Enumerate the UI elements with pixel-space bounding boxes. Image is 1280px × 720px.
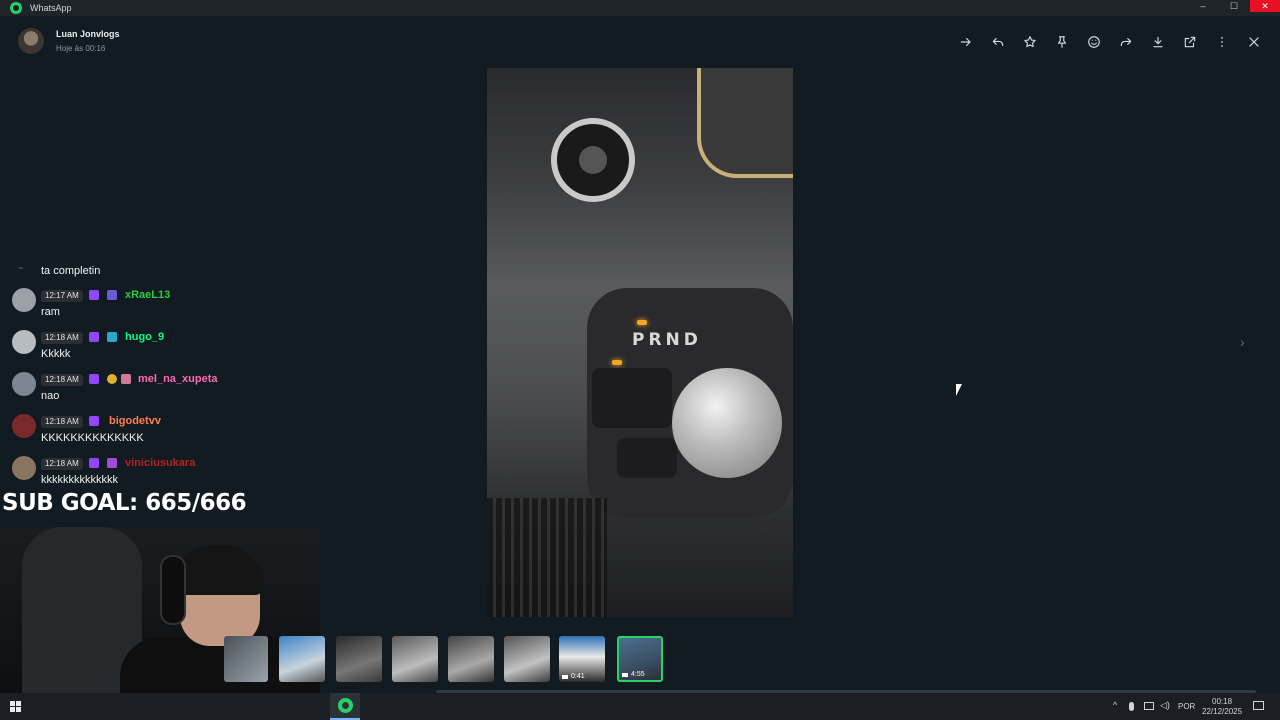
chat-username: xRaeL13 [125,289,171,301]
chat-message-text: ta completin [41,265,101,277]
media-thumbnail[interactable] [392,636,438,682]
open-external-icon[interactable] [1180,32,1200,52]
reply-icon[interactable] [988,32,1008,52]
mouse-cursor-icon [956,384,962,396]
chat-timestamp: 12:18 AM [41,458,83,470]
chat-timestamp: 12:18 AM [41,332,83,344]
chat-message-text: nao [41,390,60,402]
volume-icon[interactable]: ◁) [1160,700,1170,711]
media-thumbnail-active[interactable]: 4:55 [617,636,663,682]
media-thumbnail[interactable] [279,636,325,682]
media-thumbnail[interactable]: 0:41 [559,636,605,682]
contact-avatar[interactable] [18,28,44,54]
notifications-icon[interactable] [1253,701,1264,710]
media-video[interactable]: PRND [487,68,793,617]
windows-taskbar: ^ ◁) POR 00:18 22/12/2025 [0,693,1280,720]
avatar [12,288,36,312]
media-thumbnail[interactable] [448,636,494,682]
keypad-graphic [592,368,672,428]
next-media-chevron-icon[interactable]: › [1240,334,1254,350]
video-icon [562,675,568,679]
download-icon[interactable] [1148,32,1168,52]
media-viewer-header: Luan Jonvlogs Hoje às 00:16 [0,22,1280,62]
led-indicator [612,360,622,365]
sub-badge-icon [89,332,99,342]
start-button-graphic [551,118,635,202]
controller-badge-icon [107,290,117,300]
thumbnail-duration: 0:41 [571,673,585,680]
chat-message-text: Kkkkk [41,348,71,360]
window-titlebar: WhatsApp [0,0,1280,16]
whatsapp-icon [337,698,353,713]
contact-name: Luan Jonvlogs [56,29,120,39]
chat-username: mel_na_xupeta [138,373,218,385]
tray-chevron-up-icon[interactable]: ^ [1113,700,1117,710]
chat-username: hugo_9 [125,331,165,343]
keypad-graphic [617,438,677,478]
pin-icon[interactable] [1052,32,1072,52]
star-icon[interactable] [1020,32,1040,52]
minimize-button[interactable]: – [1188,0,1218,12]
taskbar-clock-time[interactable]: 00:18 [1212,697,1232,706]
close-icon[interactable] [1244,32,1264,52]
taskbar-clock-date[interactable]: 22/12/2025 [1202,707,1242,716]
video-icon [622,673,628,677]
network-icon[interactable] [1144,702,1154,710]
emoji-icon[interactable] [1084,32,1104,52]
headset-graphic [160,555,186,625]
chat-message-text: KKKKKKKKKKKKKK [41,432,144,444]
sub-badge-icon [89,374,99,384]
message-timestamp: Hoje às 00:16 [56,44,106,53]
chat-username: viniciusukara [125,457,196,469]
rotary-knob-graphic [672,368,782,478]
chat-separator-icon: ~ [18,263,24,273]
forward-icon[interactable] [1116,32,1136,52]
windows-start-icon[interactable] [10,701,22,713]
sub-badge-icon [89,290,99,300]
sub-badge-icon [89,458,99,468]
whatsapp-logo-icon [10,2,22,14]
avatar [12,414,36,438]
sub-badge-icon [89,416,99,426]
purple-badge-icon [107,458,117,468]
avatar [12,330,36,354]
led-indicator [637,320,647,325]
avatar [12,456,36,480]
dashboard-bezel [697,68,793,178]
chat-timestamp: 12:17 AM [41,290,83,302]
media-thumbnail[interactable] [504,636,550,682]
thumbnail-duration: 4:55 [631,671,645,678]
language-indicator[interactable]: POR [1178,702,1195,711]
avatar [12,372,36,396]
figure-badge-icon [107,332,117,342]
more-icon[interactable] [1212,32,1232,52]
window-title: WhatsApp [30,3,72,13]
media-thumbnail[interactable] [224,636,268,682]
chat-timestamp: 12:18 AM [41,374,83,386]
microphone-icon[interactable] [1129,702,1134,711]
emote-badge-icon [121,374,131,384]
window-close-button[interactable]: ✕ [1250,0,1280,12]
gear-letters: PRND [632,330,702,350]
chat-message-text: kkkkkkkkkkkkkk [41,474,118,486]
sunglasses-badge-icon [107,374,117,384]
taskbar-whatsapp-button[interactable] [330,693,360,720]
chat-username: bigodetvv [109,415,161,427]
media-thumbnail[interactable] [336,636,382,682]
chat-timestamp: 12:18 AM [41,416,83,428]
maximize-button[interactable]: ☐ [1219,0,1249,12]
chat-message-text: ram [41,306,60,318]
vent-graphic [487,498,607,617]
arrow-right-icon[interactable] [956,32,976,52]
webcam-feed [0,527,320,693]
sub-goal-overlay: SUB GOAL: 665/666 [2,490,247,516]
